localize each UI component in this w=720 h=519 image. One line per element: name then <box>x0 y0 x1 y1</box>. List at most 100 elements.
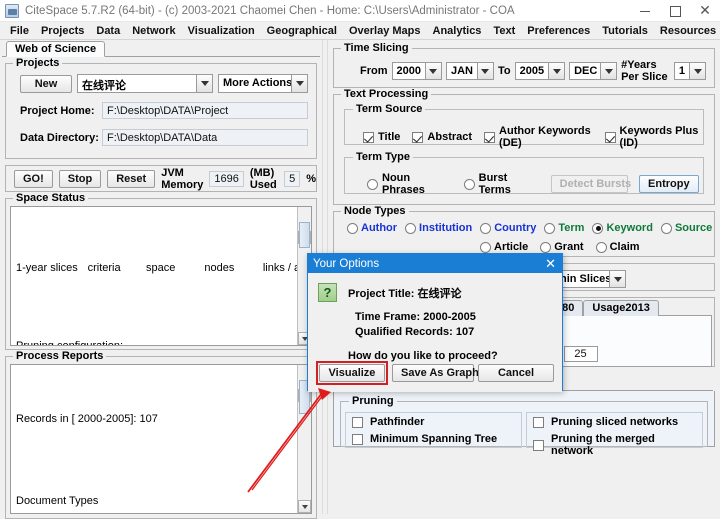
radio-icon[interactable] <box>661 223 672 234</box>
radio-burst-terms[interactable]: Burst Terms <box>464 172 540 196</box>
cancel-button[interactable]: Cancel <box>478 364 554 382</box>
mb-used-label: (MB) Used <box>250 167 278 191</box>
years-per-slice-combo[interactable]: 1 <box>674 62 706 80</box>
scrollbar-thumb[interactable] <box>299 222 310 248</box>
checkbox-author-keywords[interactable]: Author Keywords (DE) <box>484 125 592 149</box>
menu-resources[interactable]: Resources <box>654 24 720 38</box>
checkbox-icon[interactable] <box>412 132 423 143</box>
citespace-app-icon <box>5 4 19 18</box>
from-year-value: 2000 <box>393 63 425 79</box>
reset-button[interactable]: Reset <box>107 170 155 188</box>
menu-projects[interactable]: Projects <box>35 24 90 38</box>
radio-icon[interactable] <box>347 223 358 234</box>
close-icon[interactable]: ✕ <box>690 0 720 22</box>
visualize-button[interactable]: Visualize <box>319 364 385 382</box>
checkbox-icon[interactable] <box>605 132 616 143</box>
menu-preferences[interactable]: Preferences <box>521 24 596 38</box>
menu-analytics[interactable]: Analytics <box>427 24 488 38</box>
more-actions-combo[interactable]: More Actions ... <box>218 74 308 93</box>
checkbox-pathfinder[interactable]: Pathfinder <box>352 416 515 428</box>
checkbox-icon[interactable] <box>533 417 544 428</box>
chevron-down-icon[interactable] <box>291 75 307 92</box>
col-nodes: nodes <box>204 262 262 275</box>
menu-file[interactable]: File <box>4 24 35 38</box>
radio-icon[interactable] <box>544 223 555 234</box>
new-project-button[interactable]: New <box>20 75 72 93</box>
left-tabrow: Web of Science <box>0 40 322 57</box>
radio-icon[interactable] <box>480 223 491 234</box>
radio-article[interactable]: Article <box>480 241 528 253</box>
from-year-combo[interactable]: 2000 <box>392 62 442 80</box>
tab-usage2013[interactable]: Usage2013 <box>583 300 659 316</box>
project-home-field[interactable]: F:\Desktop\DATA\Project <box>102 102 308 119</box>
radio-icon[interactable] <box>405 223 416 234</box>
menu-data[interactable]: Data <box>90 24 126 38</box>
window-titlebar: CiteSpace 5.7.R2 (64-bit) - (c) 2003-202… <box>0 0 720 22</box>
chevron-down-icon[interactable] <box>600 63 616 79</box>
checkbox-title[interactable]: Title <box>363 131 400 143</box>
save-as-graphml-button[interactable]: Save As GraphML <box>392 364 474 382</box>
radio-icon[interactable] <box>540 242 551 253</box>
scale-factor-field[interactable]: 25 <box>564 346 598 362</box>
space-status-textarea[interactable]: 1-year slices criteria space nodes links… <box>10 206 312 346</box>
menu-overlay-maps[interactable]: Overlay Maps <box>343 24 427 38</box>
chevron-down-icon[interactable] <box>196 75 212 92</box>
menu-tutorials[interactable]: Tutorials <box>596 24 654 38</box>
checkbox-abstract[interactable]: Abstract <box>412 131 472 143</box>
radio-claim[interactable]: Claim <box>596 241 640 253</box>
radio-term[interactable]: Term <box>544 222 584 234</box>
maximize-button[interactable] <box>660 0 690 22</box>
stop-button[interactable]: Stop <box>59 170 101 188</box>
menu-visualization[interactable]: Visualization <box>182 24 261 38</box>
entropy-button[interactable]: Entropy <box>639 175 699 193</box>
checkbox-minimum-spanning-tree[interactable]: Minimum Spanning Tree <box>352 433 515 445</box>
radio-icon[interactable] <box>464 179 475 190</box>
checkbox-icon[interactable] <box>352 417 363 428</box>
radio-keyword[interactable]: Keyword <box>592 222 652 234</box>
data-directory-field[interactable]: F:\Desktop\DATA\Data <box>102 129 308 146</box>
checkbox-icon[interactable] <box>533 440 544 451</box>
checkbox-icon[interactable] <box>352 434 363 445</box>
go-button[interactable]: GO! <box>14 170 53 188</box>
minimize-button[interactable] <box>630 0 660 22</box>
chevron-down-icon[interactable] <box>689 63 705 79</box>
left-pane: Web of Science Projects New 在线评论 More Ac… <box>0 40 322 514</box>
action-bar: GO! Stop Reset JVM Memory 1696 (MB) Used… <box>5 165 317 192</box>
radio-author[interactable]: Author <box>347 222 397 234</box>
checkbox-keywords-plus[interactable]: Keywords Plus (ID) <box>605 125 699 149</box>
pruning-right-column: Pruning sliced networks Pruning the merg… <box>526 412 703 448</box>
radio-grant[interactable]: Grant <box>540 241 583 253</box>
chevron-down-icon[interactable] <box>477 63 493 79</box>
close-icon[interactable]: ✕ <box>545 254 556 273</box>
radio-noun-phrases[interactable]: Noun Phrases <box>367 172 453 196</box>
checkbox-icon[interactable] <box>363 132 374 143</box>
radio-country[interactable]: Country <box>480 222 536 234</box>
checkbox-icon[interactable] <box>484 132 495 143</box>
years-per-slice-value: 1 <box>675 63 689 79</box>
menu-text[interactable]: Text <box>487 24 521 38</box>
radio-source[interactable]: Source <box>661 222 712 234</box>
scroll-down-icon[interactable] <box>298 500 311 513</box>
chevron-down-icon[interactable] <box>609 271 625 287</box>
from-month-combo[interactable]: JAN <box>446 62 494 80</box>
to-year-combo[interactable]: 2005 <box>515 62 565 80</box>
dialog-titlebar: Your Options ✕ <box>308 254 562 273</box>
radio-icon[interactable] <box>596 242 607 253</box>
menu-network[interactable]: Network <box>126 24 181 38</box>
radio-icon[interactable] <box>367 179 378 190</box>
process-reports-textarea[interactable]: Records in [ 2000-2005]: 107 Document Ty… <box>10 364 312 514</box>
radio-icon[interactable] <box>480 242 491 253</box>
project-combo[interactable]: 在线评论 <box>77 74 213 93</box>
radio-icon[interactable] <box>592 223 603 234</box>
chevron-down-icon[interactable] <box>548 63 564 79</box>
tab-web-of-science[interactable]: Web of Science <box>6 41 105 57</box>
radio-label: Keyword <box>606 222 652 234</box>
checkbox-pruning-sliced-networks[interactable]: Pruning sliced networks <box>533 416 696 428</box>
menu-geographical[interactable]: Geographical <box>261 24 343 38</box>
report-line: Records in [ 2000-2005]: 107 <box>16 413 305 427</box>
chevron-down-icon[interactable] <box>425 63 441 79</box>
to-month-combo[interactable]: DEC <box>569 62 617 80</box>
radio-institution[interactable]: Institution <box>405 222 472 234</box>
checkbox-pruning-merged-network[interactable]: Pruning the merged network <box>533 433 696 457</box>
menubar: File Projects Data Network Visualization… <box>0 22 720 40</box>
